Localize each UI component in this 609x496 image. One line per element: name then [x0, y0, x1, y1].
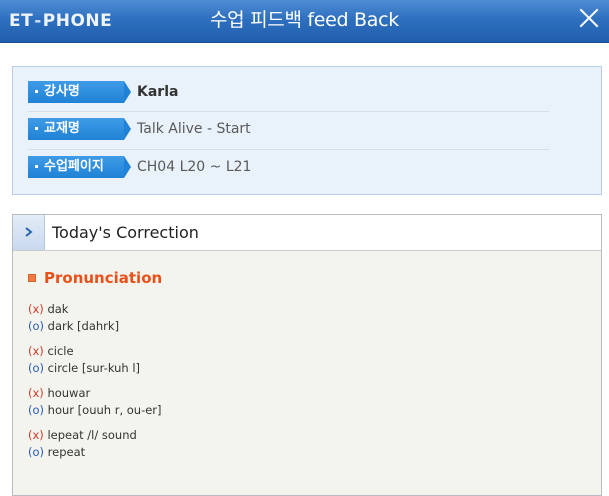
right-text: repeat [47, 445, 86, 459]
correction-item: (x) cicle (o) circle [sur-kuh l] [28, 343, 588, 377]
close-icon [579, 8, 599, 28]
textbook-label: 교재명 [28, 118, 131, 140]
right-text: dark [dahrk] [47, 319, 120, 333]
wrong-line: (x) cicle [28, 343, 588, 360]
right-line: (o) circle [sur-kuh l] [28, 360, 588, 377]
textbook-value: Talk Alive - Start [137, 121, 251, 137]
title-bar: ET - PHONE 수업 피드백 feed Back [0, 0, 609, 43]
right-mark: (o) [28, 403, 45, 417]
lesson-info-panel: 강사명 Karla 교재명 Talk Alive - Start 수업페이지 C… [12, 66, 602, 195]
wrong-line: (x) dak [28, 301, 588, 318]
teacher-label: 강사명 [28, 81, 131, 103]
section-title-text: Pronunciation [44, 269, 163, 287]
wrong-mark: (x) [28, 428, 44, 442]
correction-item: (x) dak (o) dark [dahrk] [28, 301, 588, 335]
pages-value: CH04 L20 ~ L21 [137, 159, 252, 175]
right-text: circle [sur-kuh l] [47, 361, 141, 375]
right-mark: (o) [28, 445, 45, 459]
pages-label: 수업페이지 [28, 156, 131, 178]
info-row-pages: 수업페이지 CH04 L20 ~ L21 [28, 154, 549, 184]
right-line: (o) hour [ouuh r, ou-er] [28, 402, 588, 419]
section-title-pronunciation: Pronunciation [28, 268, 162, 288]
wrong-text: cicle [47, 344, 74, 358]
right-line: (o) repeat [28, 444, 588, 461]
chevron-right-icon [25, 227, 33, 237]
right-line: (o) dark [dahrk] [28, 318, 588, 335]
right-mark: (o) [28, 319, 45, 333]
wrong-mark: (x) [28, 344, 44, 358]
info-row-teacher: 강사명 Karla [28, 79, 549, 109]
correction-header: Today's Correction [13, 215, 601, 251]
window-title: 수업 피드백 feed Back [210, 9, 399, 31]
wrong-line: (x) lepeat /l/ sound [28, 427, 588, 444]
wrong-text: houwar [47, 386, 91, 400]
right-mark: (o) [28, 361, 45, 375]
wrong-line: (x) houwar [28, 385, 588, 402]
correction-item: (x) houwar (o) hour [ouuh r, ou-er] [28, 385, 588, 419]
wrong-mark: (x) [28, 302, 44, 316]
correction-item: (x) lepeat /l/ sound (o) repeat [28, 427, 588, 461]
collapse-toggle[interactable] [13, 215, 45, 250]
wrong-text: dak [47, 302, 69, 316]
close-button[interactable] [577, 6, 601, 30]
right-text: hour [ouuh r, ou-er] [47, 403, 162, 417]
wrong-mark: (x) [28, 386, 44, 400]
wrong-text: lepeat /l/ sound [47, 428, 137, 442]
correction-list: (x) dak (o) dark [dahrk] (x) cicle (o) c… [28, 301, 588, 469]
teacher-value: Karla [137, 84, 179, 100]
bullet-square-icon [28, 274, 36, 282]
correction-title: Today's Correction [52, 223, 199, 242]
row-divider [28, 111, 549, 112]
info-row-textbook: 교재명 Talk Alive - Start [28, 116, 549, 146]
row-divider [28, 149, 549, 150]
correction-panel: Today's Correction Pronunciation (x) dak… [12, 214, 602, 496]
